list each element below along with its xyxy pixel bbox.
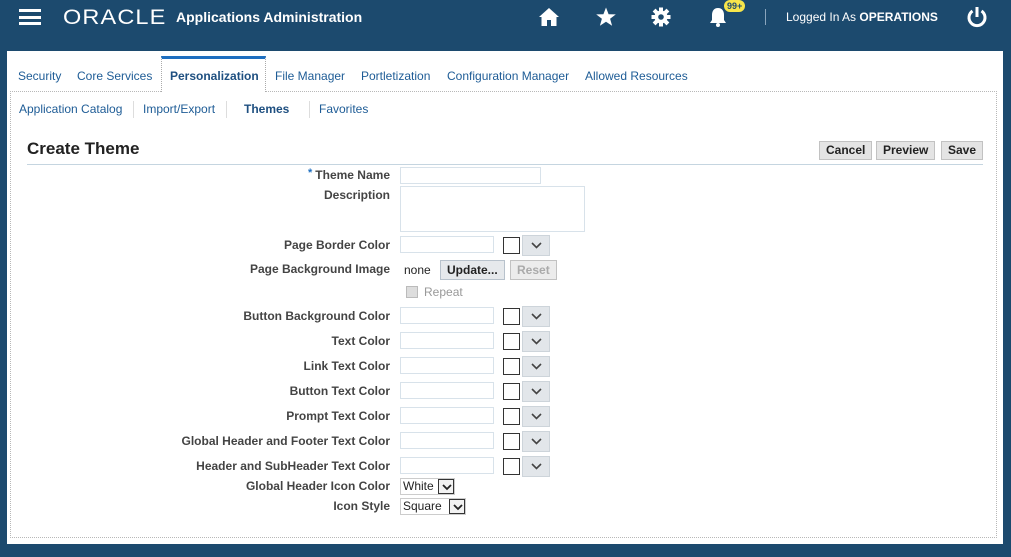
page-border-color-swatch[interactable] <box>503 237 520 254</box>
button-background-color-input[interactable] <box>400 307 494 324</box>
description-label: Description <box>323 188 390 202</box>
oracle-logo: ORACLE <box>63 6 167 29</box>
chevron-down-icon <box>531 463 542 470</box>
tab-portletization[interactable]: Portletization <box>361 69 430 83</box>
prompt-text-color-swatch[interactable] <box>503 408 520 425</box>
link-text-color-dropdown[interactable] <box>522 356 550 377</box>
chevron-down-icon <box>449 499 465 514</box>
page-border-color-label: Page Border Color <box>283 238 390 252</box>
power-icon[interactable] <box>966 6 988 28</box>
link-text-color-label: Link Text Color <box>303 359 390 373</box>
header-and-subheader-text-color-label: Header and SubHeader Text Color <box>196 459 390 473</box>
page-background-image-label: Page Background Image <box>249 262 390 276</box>
button-text-color-swatch[interactable] <box>503 383 520 400</box>
repeat-label: Repeat <box>424 285 463 299</box>
home-icon[interactable] <box>538 6 560 28</box>
page-border-color-dropdown[interactable] <box>522 235 550 256</box>
prompt-text-color-dropdown[interactable] <box>522 406 550 427</box>
tab-file-manager[interactable]: File Manager <box>275 69 345 83</box>
chevron-down-icon <box>531 438 542 445</box>
theme-name-label: * Theme Name <box>308 167 390 182</box>
main-panel: Security Core Services Personalization F… <box>7 51 1003 544</box>
global-header-and-footer-text-color-swatch[interactable] <box>503 433 520 450</box>
tab-personalization[interactable]: Personalization <box>170 69 259 83</box>
chevron-down-icon <box>531 388 542 395</box>
background-image-value: none <box>404 263 431 277</box>
star-icon[interactable] <box>595 6 617 28</box>
preview-button[interactable]: Preview <box>876 141 936 160</box>
button-background-color-swatch[interactable] <box>503 308 520 325</box>
logged-in-prefix: Logged In As <box>786 10 857 24</box>
text-color-input[interactable] <box>400 332 494 349</box>
global-header-icon-color-select[interactable]: White <box>400 478 455 495</box>
global-header-icon-color-label: Global Header Icon Color <box>245 479 390 493</box>
prompt-text-color-input[interactable] <box>400 407 494 424</box>
link-text-color-input[interactable] <box>400 357 494 374</box>
page-border-color-input[interactable] <box>400 236 494 253</box>
subtab-application-catalog[interactable]: Application Catalog <box>19 102 122 116</box>
chevron-down-icon <box>531 242 542 249</box>
global-header: ORACLE Applications Administration 99+ L… <box>0 0 1011 34</box>
menu-icon[interactable] <box>19 9 41 25</box>
theme-name-input[interactable] <box>400 167 541 184</box>
chevron-down-icon <box>531 338 542 345</box>
subtab-themes[interactable]: Themes <box>244 102 289 116</box>
prompt-text-color-label: Prompt Text Color <box>286 409 390 423</box>
repeat-checkbox[interactable] <box>406 286 418 298</box>
header-and-subheader-text-color-swatch[interactable] <box>503 458 520 475</box>
logged-in-status: Logged In As OPERATIONS <box>786 10 938 24</box>
tab-allowed-resources[interactable]: Allowed Resources <box>585 69 688 83</box>
button-text-color-dropdown[interactable] <box>522 381 550 402</box>
text-color-label: Text Color <box>331 334 390 348</box>
link-text-color-swatch[interactable] <box>503 358 520 375</box>
tab-security[interactable]: Security <box>18 69 61 83</box>
description-textarea[interactable] <box>400 186 585 232</box>
button-background-color-label: Button Background Color <box>243 309 390 323</box>
required-icon: * <box>308 167 313 179</box>
cancel-button[interactable]: Cancel <box>819 141 873 160</box>
button-text-color-label: Button Text Color <box>289 384 390 398</box>
tab-core-services[interactable]: Core Services <box>77 69 152 83</box>
icon-style-label: Icon Style <box>333 499 390 513</box>
button-background-color-dropdown[interactable] <box>522 306 550 327</box>
subtab-import-export[interactable]: Import/Export <box>143 102 215 116</box>
chevron-down-icon <box>531 413 542 420</box>
global-header-and-footer-text-color-label: Global Header and Footer Text Color <box>181 434 390 448</box>
text-color-dropdown[interactable] <box>522 331 550 352</box>
gear-icon[interactable] <box>650 6 672 28</box>
update-image-button[interactable]: Update... <box>440 260 505 280</box>
chevron-down-icon <box>531 313 542 320</box>
subtab-favorites[interactable]: Favorites <box>319 102 368 116</box>
global-header-and-footer-text-color-input[interactable] <box>400 432 494 449</box>
chevron-down-icon <box>531 363 542 370</box>
subtab-divider <box>226 101 227 118</box>
icon-style-select[interactable]: Square <box>400 498 466 515</box>
subtab-divider <box>133 101 134 118</box>
logged-in-user: OPERATIONS <box>859 10 938 24</box>
save-button[interactable]: Save <box>941 141 984 160</box>
text-color-swatch[interactable] <box>503 333 520 350</box>
title-divider <box>27 164 983 165</box>
page-title: Create Theme <box>27 139 140 158</box>
app-title: Applications Administration <box>176 9 363 25</box>
header-and-subheader-text-color-dropdown[interactable] <box>522 456 550 477</box>
notification-badge: 99+ <box>724 0 746 12</box>
subtab-divider <box>309 101 310 118</box>
chevron-down-icon <box>438 479 454 494</box>
header-divider <box>765 9 766 25</box>
button-text-color-input[interactable] <box>400 382 494 399</box>
reset-image-button[interactable]: Reset <box>510 260 557 280</box>
main-tabs: Security Core Services Personalization F… <box>7 51 1003 91</box>
tab-configuration-manager[interactable]: Configuration Manager <box>447 69 569 83</box>
header-and-subheader-text-color-input[interactable] <box>400 457 494 474</box>
global-header-and-footer-text-color-dropdown[interactable] <box>522 431 550 452</box>
